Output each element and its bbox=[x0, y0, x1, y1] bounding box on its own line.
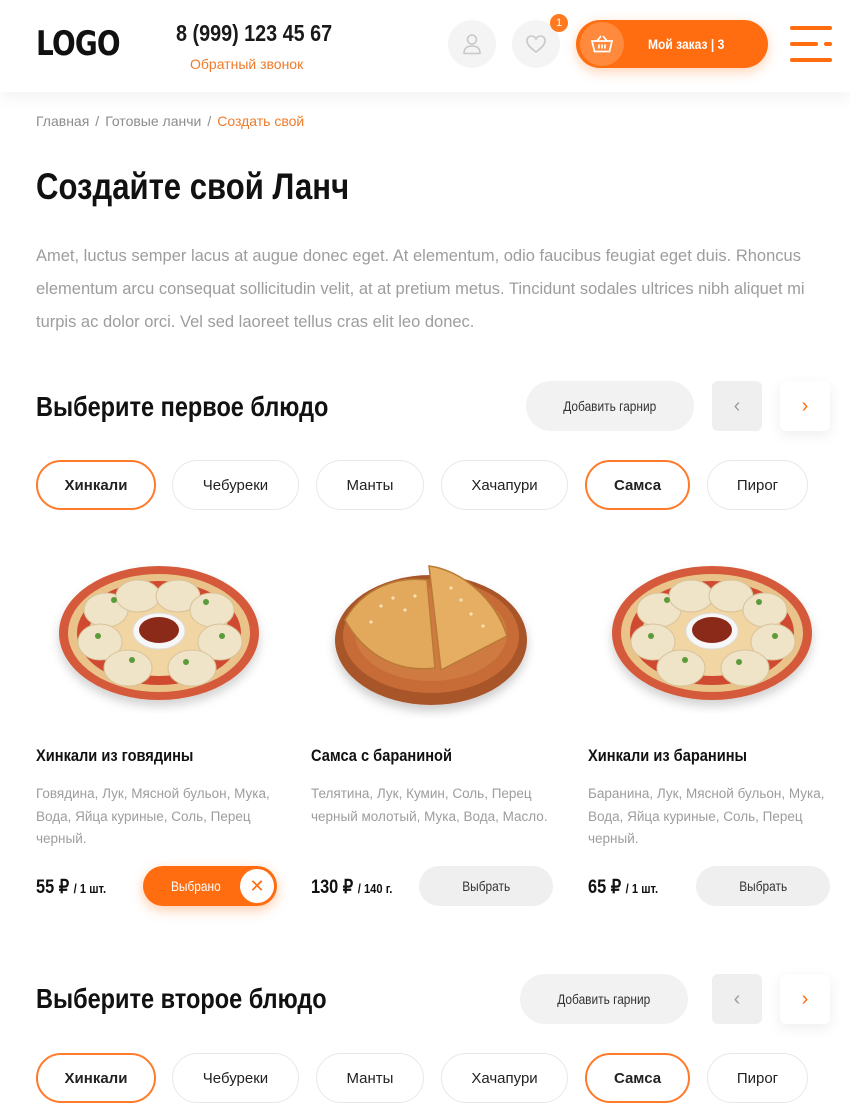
category-chip-manty[interactable]: Манты bbox=[316, 460, 424, 510]
category-chip-khinkali[interactable]: Хинкали bbox=[36, 1053, 156, 1103]
heart-icon bbox=[526, 35, 546, 54]
favorites-button[interactable]: 1 bbox=[512, 14, 568, 68]
select-button[interactable]: Выбрать bbox=[696, 866, 830, 906]
chevron-left-icon: ‹ bbox=[733, 394, 741, 417]
order-label: Мой заказ | 3 bbox=[648, 36, 725, 52]
price-unit: / 1 шт. bbox=[625, 881, 659, 896]
price-value: 65 ₽ bbox=[588, 877, 622, 898]
select-button[interactable]: Выбрать bbox=[419, 866, 553, 906]
user-icon bbox=[463, 34, 481, 55]
my-order-button[interactable]: Мой заказ | 3 bbox=[576, 20, 768, 68]
section-title-second-course: Выберите второе блюдо bbox=[36, 983, 327, 1014]
add-garnish-label: Добавить гарнир bbox=[563, 398, 657, 414]
category-chip-manty[interactable]: Манты bbox=[316, 1053, 424, 1103]
category-chip-khachapuri[interactable]: Хачапури bbox=[441, 1053, 568, 1103]
price-value: 55 ₽ bbox=[36, 877, 70, 898]
add-garnish-button[interactable]: Добавить гарнир bbox=[520, 974, 688, 1024]
category-chip-chebureki[interactable]: Чебуреки bbox=[172, 460, 299, 510]
product-title[interactable]: Самса с бараниной bbox=[311, 746, 452, 766]
category-chip-pirog[interactable]: Пирог bbox=[707, 460, 808, 510]
product-description: Говядина, Лук, Мясной бульон, Мука, Вода… bbox=[36, 786, 270, 846]
category-chip-samsa[interactable]: Самса bbox=[585, 1053, 690, 1103]
price-unit: / 140 г. bbox=[357, 881, 393, 896]
carousel-next-button[interactable]: › bbox=[780, 974, 830, 1024]
product-description: Баранина, Лук, Мясной бульон, Мука, Вода… bbox=[588, 786, 825, 846]
carousel-prev-button[interactable]: ‹ bbox=[712, 974, 762, 1024]
khinkali-lamb-image[interactable] bbox=[588, 540, 838, 730]
product-title[interactable]: Хинкали из говядины bbox=[36, 746, 193, 766]
breadcrumb-ready-lunches[interactable]: Готовые ланчи bbox=[105, 113, 201, 129]
chevron-left-icon: ‹ bbox=[733, 987, 741, 1010]
breadcrumb-separator: / bbox=[95, 113, 100, 129]
khinkali-beef-image[interactable] bbox=[36, 540, 286, 730]
add-garnish-label: Добавить гарнир bbox=[557, 991, 651, 1007]
order-icon-circle bbox=[580, 22, 624, 66]
carousel-prev-button[interactable]: ‹ bbox=[712, 381, 762, 431]
section-title-first-course: Выберите первое блюдо bbox=[36, 391, 329, 422]
page-intro: Amet, luctus semper lacus at augue donec… bbox=[36, 247, 805, 331]
category-chip-khachapuri[interactable]: Хачапури bbox=[441, 460, 568, 510]
close-icon[interactable]: ✕ bbox=[240, 869, 274, 903]
category-chip-samsa[interactable]: Самса bbox=[585, 460, 690, 510]
phone-number[interactable]: 8 (999) 123 45 67 bbox=[176, 20, 332, 47]
account-button[interactable] bbox=[448, 20, 496, 68]
breadcrumb-home[interactable]: Главная bbox=[36, 113, 89, 129]
site-header: LOGO 8 (999) 123 45 67 Обратный звонок 1… bbox=[0, 0, 850, 92]
category-chip-pirog[interactable]: Пирог bbox=[707, 1053, 808, 1103]
selected-button[interactable]: Выбрано ✕ bbox=[143, 866, 277, 906]
price-value: 130 ₽ bbox=[311, 877, 354, 898]
burger-menu-icon[interactable] bbox=[790, 26, 832, 62]
selected-label: Выбрано bbox=[171, 878, 221, 894]
basket-icon bbox=[591, 35, 613, 53]
select-label: Выбрать bbox=[739, 878, 787, 894]
chevron-right-icon: › bbox=[801, 394, 809, 417]
breadcrumb-separator: / bbox=[207, 113, 212, 129]
samsa-lamb-image[interactable] bbox=[311, 540, 561, 730]
breadcrumb: Главная / Готовые ланчи / Создать свой bbox=[36, 113, 304, 129]
category-chip-khinkali[interactable]: Хинкали bbox=[36, 460, 156, 510]
product-price: 65 ₽ / 1 шт. bbox=[588, 876, 658, 899]
product-title[interactable]: Хинкали из баранины bbox=[588, 746, 747, 766]
chevron-right-icon: › bbox=[801, 987, 809, 1010]
add-garnish-button[interactable]: Добавить гарнир bbox=[526, 381, 694, 431]
product-price: 130 ₽ / 140 г. bbox=[311, 876, 392, 899]
page-title: Создайте свой Ланч bbox=[36, 166, 350, 207]
category-chip-chebureki[interactable]: Чебуреки bbox=[172, 1053, 299, 1103]
product-description: Телятина, Лук, Кумин, Соль, Перец черный… bbox=[311, 786, 548, 824]
logo[interactable]: LOGO bbox=[36, 24, 121, 64]
price-unit: / 1 шт. bbox=[73, 881, 107, 896]
carousel-next-button[interactable]: › bbox=[780, 381, 830, 431]
breadcrumb-current: Создать свой bbox=[217, 113, 305, 129]
select-label: Выбрать bbox=[462, 878, 510, 894]
callback-link[interactable]: Обратный звонок bbox=[190, 56, 303, 72]
product-price: 55 ₽ / 1 шт. bbox=[36, 876, 106, 899]
favorites-count-badge: 1 bbox=[550, 14, 568, 32]
